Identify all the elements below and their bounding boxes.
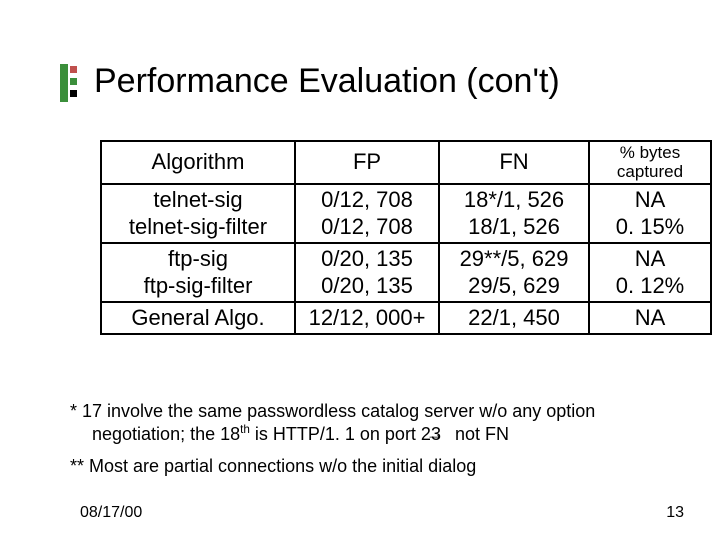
- pct-value: 0. 12%: [616, 273, 685, 298]
- fp-value: 0/12, 708: [321, 214, 413, 239]
- col-header-pct: % bytes captured: [589, 141, 711, 184]
- table-row: General Algo. 12/12, 000+ 22/1, 450 NA: [101, 302, 711, 334]
- page-title: Performance Evaluation (con't): [94, 62, 660, 101]
- footer-page-number: 13: [666, 504, 684, 522]
- footnotes: * 17 involve the same passwordless catal…: [70, 400, 670, 478]
- cell-fp: 0/12, 708 0/12, 708: [295, 184, 439, 243]
- footnote-2: ** Most are partial connections w/o the …: [70, 455, 670, 478]
- footnote-text: is HTTP/1. 1 on port 23: [250, 424, 446, 444]
- cell-fn: 29**/5, 629 29/5, 629: [439, 243, 589, 302]
- algo-name: telnet-sig-filter: [129, 214, 267, 239]
- results-table: Algorithm FP FN % bytes captured telnet-…: [100, 140, 712, 335]
- footnote-text: not FN: [450, 424, 509, 444]
- footnote-sup: th: [240, 423, 250, 436]
- algo-name: ftp-sig-filter: [144, 273, 253, 298]
- algo-name: ftp-sig: [168, 246, 228, 271]
- cell-algo: telnet-sig telnet-sig-filter: [101, 184, 295, 243]
- fn-value: 29/5, 629: [468, 273, 560, 298]
- cell-fp: 0/20, 135 0/20, 135: [295, 243, 439, 302]
- fp-value: 0/20, 135: [321, 273, 413, 298]
- cell-fn: 22/1, 450: [439, 302, 589, 334]
- pct-value: NA: [635, 246, 666, 271]
- fp-value: 0/20, 135: [321, 246, 413, 271]
- fp-value: 0/12, 708: [321, 187, 413, 212]
- fn-value: 18*/1, 526: [464, 187, 564, 212]
- cell-pct: NA 0. 12%: [589, 243, 711, 302]
- col-header-fp: FP: [295, 141, 439, 184]
- pct-value: NA: [635, 187, 666, 212]
- algo-name: telnet-sig: [153, 187, 242, 212]
- accent-icon: [60, 64, 84, 102]
- cell-fp: 12/12, 000+: [295, 302, 439, 334]
- table-header-row: Algorithm FP FN % bytes captured: [101, 141, 711, 184]
- footer-date: 08/17/00: [80, 504, 142, 522]
- cell-fn: 18*/1, 526 18/1, 526: [439, 184, 589, 243]
- cell-algo: General Algo.: [101, 302, 295, 334]
- col-header-fn: FN: [439, 141, 589, 184]
- pct-value: 0. 15%: [616, 214, 685, 239]
- slide: Performance Evaluation (con't) Algorithm…: [0, 0, 720, 540]
- col-header-algorithm: Algorithm: [101, 141, 295, 184]
- cell-algo: ftp-sig ftp-sig-filter: [101, 243, 295, 302]
- cell-pct: NA: [589, 302, 711, 334]
- fn-value: 29**/5, 629: [460, 246, 569, 271]
- cell-pct: NA 0. 15%: [589, 184, 711, 243]
- footnote-1: * 17 involve the same passwordless catal…: [70, 400, 670, 445]
- fn-value: 18/1, 526: [468, 214, 560, 239]
- title-block: Performance Evaluation (con't): [60, 62, 660, 101]
